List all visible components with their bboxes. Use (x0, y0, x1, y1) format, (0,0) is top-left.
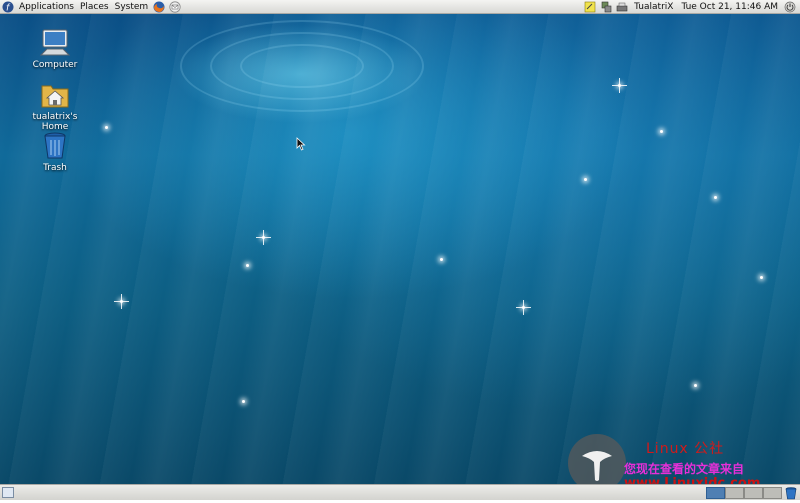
network-icon[interactable] (600, 1, 612, 13)
top-panel: f Applications Places System TualatriX T… (0, 0, 800, 14)
wallpaper-star (246, 264, 249, 267)
show-desktop-button[interactable] (2, 487, 14, 498)
desktop-icon-home[interactable]: tualatrix's Home (20, 80, 90, 132)
wallpaper-star (584, 178, 587, 181)
power-icon[interactable] (784, 1, 796, 13)
watermark-title: Linux 公社 (646, 441, 725, 457)
desktop-icon-label: Trash (43, 163, 67, 173)
desktop-icon-label: tualatrix's Home (32, 112, 78, 132)
mail-icon[interactable] (169, 0, 181, 13)
applications-menu[interactable]: Applications (16, 0, 77, 14)
desktop[interactable]: Computer tualatrix's Home Trash Linux 公社… (0, 14, 800, 484)
watermark-subtitle: 您现在查看的文章来自 (624, 462, 745, 476)
system-menu[interactable]: System (112, 0, 152, 14)
bottom-panel (0, 484, 800, 500)
notes-icon[interactable] (584, 1, 596, 13)
watermark-url: www.Linuxidc.com (624, 476, 761, 484)
desktop-icon-computer[interactable]: Computer (20, 28, 90, 70)
workspace-4[interactable] (763, 486, 782, 499)
user-switcher[interactable]: TualatriX (630, 0, 677, 14)
wallpaper-star (516, 300, 531, 315)
mouse-cursor-icon (296, 137, 306, 151)
wallpaper-star (256, 230, 271, 245)
wallpaper-star (440, 258, 443, 261)
computer-icon (39, 28, 71, 58)
wallpaper-star (612, 78, 627, 93)
wallpaper-star (660, 130, 663, 133)
site-watermark: Linux 公社 您现在查看的文章来自 www.Linuxidc.com (568, 426, 800, 484)
printer-icon[interactable] (616, 1, 628, 13)
wallpaper-star (242, 400, 245, 403)
places-menu[interactable]: Places (77, 0, 112, 14)
wallpaper-star (714, 196, 717, 199)
desktop-icon-trash[interactable]: Trash (20, 131, 90, 173)
wallpaper-star (760, 276, 763, 279)
workspace-2[interactable] (725, 486, 744, 499)
firefox-icon[interactable] (153, 1, 165, 13)
clock[interactable]: Tue Oct 21, 11:46 AM (677, 0, 782, 14)
trash-applet-icon[interactable] (784, 486, 798, 500)
workspace-3[interactable] (744, 486, 763, 499)
trash-icon (39, 131, 71, 161)
fedora-logo-icon[interactable]: f (2, 1, 14, 13)
wallpaper-ripple (180, 20, 424, 112)
desktop-icon-label: Computer (32, 60, 78, 70)
workspace-1[interactable] (706, 486, 725, 499)
home-folder-icon (39, 80, 71, 110)
workspace-switcher (706, 486, 782, 500)
wallpaper-star (105, 126, 108, 129)
wallpaper-star (114, 294, 129, 309)
watermark-logo-icon (568, 434, 626, 484)
wallpaper-star (694, 384, 697, 387)
